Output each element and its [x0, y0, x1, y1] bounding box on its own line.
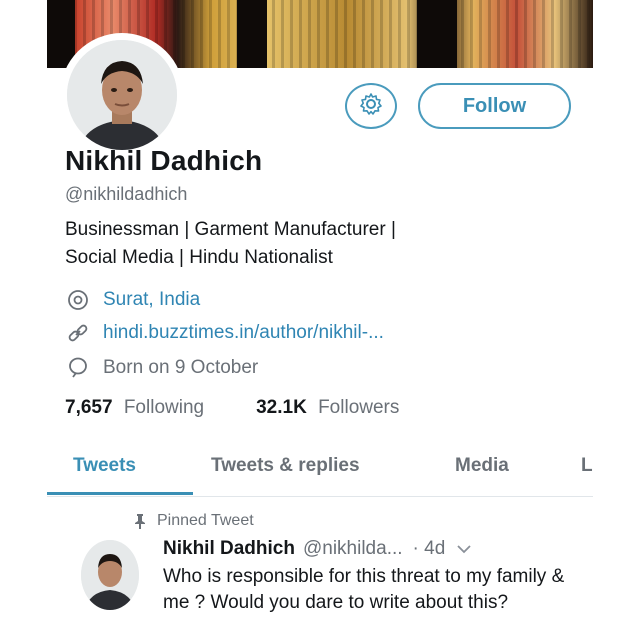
profile-avatar[interactable] [67, 40, 177, 150]
profile-handle: @nikhildadhich [65, 184, 188, 204]
location-pin-icon [65, 287, 91, 313]
tweet-header: Nikhil Dadhich @nikhilda... · 4d [163, 538, 471, 560]
link-icon [65, 320, 91, 346]
tab-likes[interactable]: L [581, 455, 593, 477]
location-row: Surat, India [65, 287, 200, 313]
avatar-photo [67, 40, 177, 150]
followers-label: Followers [318, 397, 400, 418]
profile-bio: Businessman | Garment Manufacturer | Soc… [65, 216, 565, 272]
gear-icon [359, 92, 383, 121]
profile-name: Nikhil Dadhich [65, 145, 263, 176]
chevron-down-icon[interactable] [457, 544, 471, 554]
tab-media[interactable]: Media [455, 455, 509, 477]
profile-screen: Follow Nikhil Dadhich @nikhildadhich Bus… [47, 0, 593, 640]
tweet-avatar[interactable] [81, 540, 139, 610]
tweet-time: · 4d [412, 538, 446, 559]
location-link[interactable]: Surat, India [103, 289, 200, 311]
following-stat[interactable]: 7,657 Following [65, 397, 204, 419]
tab-tweets[interactable]: Tweets [73, 455, 136, 477]
bio-line: Businessman | Garment Manufacturer | [65, 219, 396, 240]
pin-icon [133, 513, 147, 529]
followers-stat[interactable]: 32.1K Followers [256, 397, 399, 419]
banner-dark-strip [417, 0, 457, 68]
bio-line: Social Media | Hindu Nationalist [65, 247, 333, 268]
following-label: Following [123, 397, 205, 418]
tweet-text: Who is responsible for this threat to my… [163, 566, 565, 613]
banner-dark-strip [237, 0, 267, 68]
tab-tweets-replies[interactable]: Tweets & replies [211, 455, 360, 477]
following-count: 7,657 [65, 397, 113, 418]
follow-counts: 7,657 Following 32.1K Followers [65, 397, 399, 419]
birthday-row: Born on 9 October [65, 355, 258, 381]
pinned-tweet-label: Pinned Tweet [133, 512, 254, 530]
profile-tabs: Tweets Tweets & replies Media L [47, 452, 593, 497]
active-tab-indicator [47, 492, 193, 495]
follow-button[interactable]: Follow [418, 83, 571, 129]
website-row: hindi.buzztimes.in/author/nikhil-... [65, 320, 384, 346]
birthday-text: Born on 9 October [103, 357, 259, 378]
pinned-text: Pinned Tweet [157, 512, 254, 529]
followers-count: 32.1K [256, 397, 307, 418]
balloon-icon [65, 355, 91, 381]
website-link[interactable]: hindi.buzztimes.in/author/nikhil-... [103, 322, 384, 344]
tweet-avatar-photo [81, 540, 139, 610]
tweet-author-name[interactable]: Nikhil Dadhich [163, 538, 295, 560]
tweet-author-handle[interactable]: @nikhilda... [303, 538, 403, 560]
settings-button[interactable] [345, 83, 397, 129]
